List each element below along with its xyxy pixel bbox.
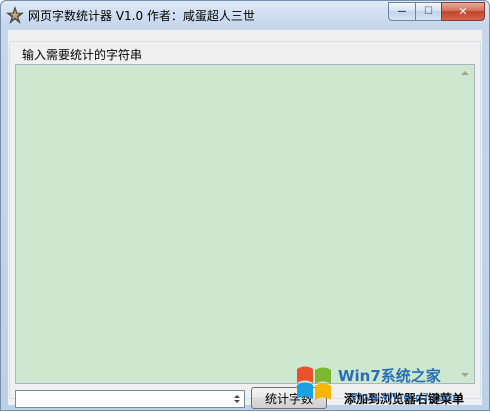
close-button[interactable]: ✕	[441, 2, 485, 21]
maximize-button[interactable]: ☐	[415, 2, 441, 21]
maximize-icon: ☐	[424, 6, 433, 17]
watermark-url: Www.Winwin7.com	[351, 391, 456, 404]
star-icon	[6, 6, 24, 24]
close-icon: ✕	[458, 5, 468, 18]
caption-buttons: — ☐ ✕	[388, 2, 485, 21]
string-textarea[interactable]	[15, 64, 475, 384]
group-label: 输入需要统计的字符串	[20, 46, 145, 63]
minimize-button[interactable]: —	[388, 2, 415, 21]
client-area: 输入需要统计的字符串 统计字数 添加到浏览器右键菜单	[8, 30, 482, 409]
windows-logo-icon	[297, 366, 331, 400]
count-input-field[interactable]	[15, 390, 245, 408]
spin-down-icon[interactable]	[234, 400, 240, 403]
spin-up-icon[interactable]	[234, 395, 240, 398]
window-title: 网页字数统计器 V1.0 作者：咸蛋超人三世	[28, 9, 255, 23]
minimize-icon: —	[397, 6, 407, 17]
vertical-scrollbar[interactable]	[457, 65, 474, 383]
site-watermark: Win7系统之家 Www.Winwin7.com	[297, 366, 456, 404]
app-window: 网页字数统计器 V1.0 作者：咸蛋超人三世 — ☐ ✕ 输入需要统计的字符串	[0, 0, 490, 411]
watermark-brand: Win7系统之家	[338, 367, 441, 385]
spinner[interactable]	[230, 391, 244, 407]
input-groupbox: 输入需要统计的字符串 统计字数 添加到浏览器右键菜单	[9, 41, 481, 409]
title-bar[interactable]: 网页字数统计器 V1.0 作者：咸蛋超人三世 — ☐ ✕	[1, 1, 489, 29]
scroll-up-icon[interactable]	[461, 71, 469, 75]
